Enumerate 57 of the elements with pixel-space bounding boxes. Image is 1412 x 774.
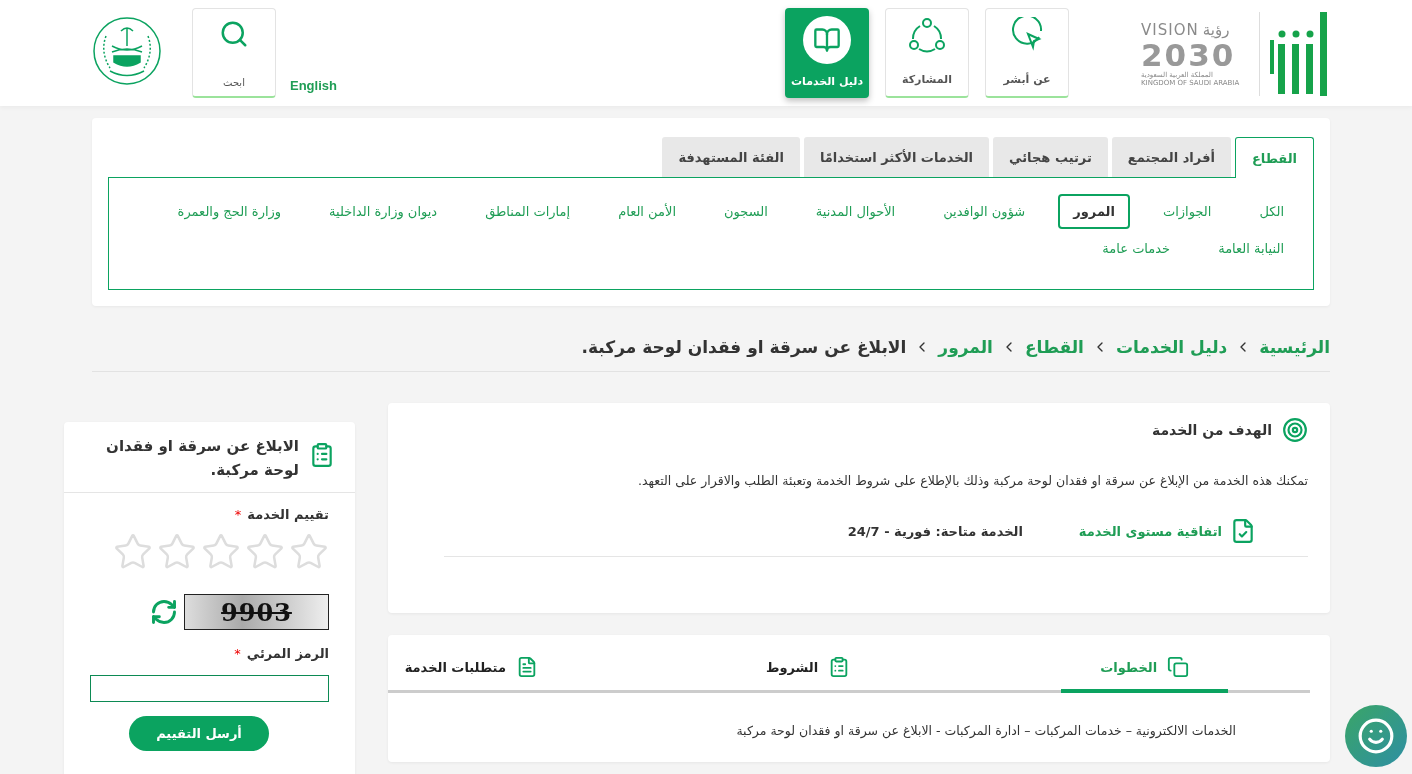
- category-link[interactable]: الكل: [1244, 194, 1299, 229]
- category-link[interactable]: المرور: [1058, 194, 1130, 229]
- category-link[interactable]: خدمات عامة: [1087, 231, 1186, 266]
- document-check-icon: [1230, 518, 1256, 544]
- filter-tab[interactable]: ترتيب هجائي: [993, 137, 1108, 177]
- breadcrumb-link[interactable]: القطاع: [1024, 336, 1084, 357]
- category-link[interactable]: الأحوال المدنية: [800, 194, 911, 229]
- smile-icon: [1357, 717, 1395, 755]
- submit-button[interactable]: أرسل التقييم: [129, 716, 269, 751]
- section-title: الهدف من الخدمة: [1151, 422, 1272, 438]
- required-mark: *: [234, 507, 242, 522]
- vision-text: VISION: [1141, 21, 1199, 39]
- category-link[interactable]: النيابة العامة: [1203, 231, 1299, 266]
- emblem-drawing: [92, 16, 162, 86]
- search-button[interactable]: ابحث: [192, 8, 276, 98]
- checklist-icon: [309, 442, 335, 468]
- captcha-image: 9903: [184, 594, 329, 630]
- book-icon: [813, 26, 841, 54]
- required-mark: *: [234, 646, 241, 661]
- field-label: الرمز المرئي: [246, 646, 329, 661]
- category-link[interactable]: شؤون الوافدين: [928, 194, 1041, 229]
- filter-tab[interactable]: الخدمات الأكثر استخدامًا: [803, 137, 990, 177]
- filter-tab[interactable]: الفئة المستهدفة: [662, 137, 800, 177]
- nav-button[interactable]: عن أبشر: [985, 8, 1069, 98]
- nav-button[interactable]: دليل الخدمات: [785, 8, 869, 98]
- availability-text: الخدمة متاحة: فورية - 24/7: [847, 523, 1023, 539]
- captcha-input[interactable]: [90, 675, 329, 702]
- vision-arabic-text: رؤية: [1202, 21, 1230, 39]
- vision-year: 2030: [1141, 39, 1236, 71]
- sla-link[interactable]: اتفاقية مستوى الخدمة: [1078, 518, 1256, 544]
- details-tab[interactable]: الخطوات: [1061, 645, 1228, 693]
- breadcrumb-link[interactable]: الابلاغ عن سرقة او فقدان لوحة مركبة.: [581, 336, 907, 357]
- category-link[interactable]: ديوان وزارة الداخلية: [314, 194, 453, 229]
- breadcrumb-link[interactable]: المرور: [938, 336, 993, 357]
- pointer-icon: [1009, 17, 1045, 53]
- details-tab[interactable]: متطلبات الخدمة: [388, 645, 555, 693]
- target-icon: [1282, 417, 1308, 443]
- panel-title: الابلاغ عن سرقة او فقدان لوحة مركبة.: [105, 436, 299, 481]
- breadcrumb-link[interactable]: دليل الخدمات: [1115, 336, 1228, 357]
- service-description: تمكنك هذه الخدمة من الإبلاغ عن سرقة او فقدان لوحة مركبة وذلك بالإطلاع على شروط الخدمة وتعبئة الطلب والاقرار على التعهد.: [636, 473, 1308, 488]
- breadcrumb-link[interactable]: الرئيسية: [1259, 336, 1330, 357]
- category-link[interactable]: الأمن العام: [603, 194, 691, 229]
- copy-icon: [1167, 656, 1190, 678]
- field-label: تقييم الخدمة: [247, 507, 329, 522]
- category-link[interactable]: الجوازات: [1147, 194, 1227, 229]
- filter-tab[interactable]: القطاع: [1234, 137, 1314, 178]
- share-icon: [908, 17, 946, 53]
- details-tab[interactable]: الشروط: [724, 645, 892, 693]
- search-icon: [219, 19, 249, 49]
- category-link[interactable]: وزارة الحج والعمرة: [162, 194, 297, 229]
- refresh-icon[interactable]: [150, 598, 178, 626]
- filter-tab[interactable]: أفراد المجتمع: [1111, 137, 1231, 177]
- category-link[interactable]: إمارات المناطق: [470, 194, 586, 229]
- nav-button[interactable]: المشاركة: [885, 8, 969, 98]
- category-link[interactable]: السجون: [709, 194, 783, 229]
- steps-text: الخدمات الالكترونية – خدمات المركبات – ادارة المركبات - الابلاغ عن سرقة او فقدان لوحة مركبة: [735, 723, 1236, 738]
- language-link[interactable]: English: [290, 78, 337, 93]
